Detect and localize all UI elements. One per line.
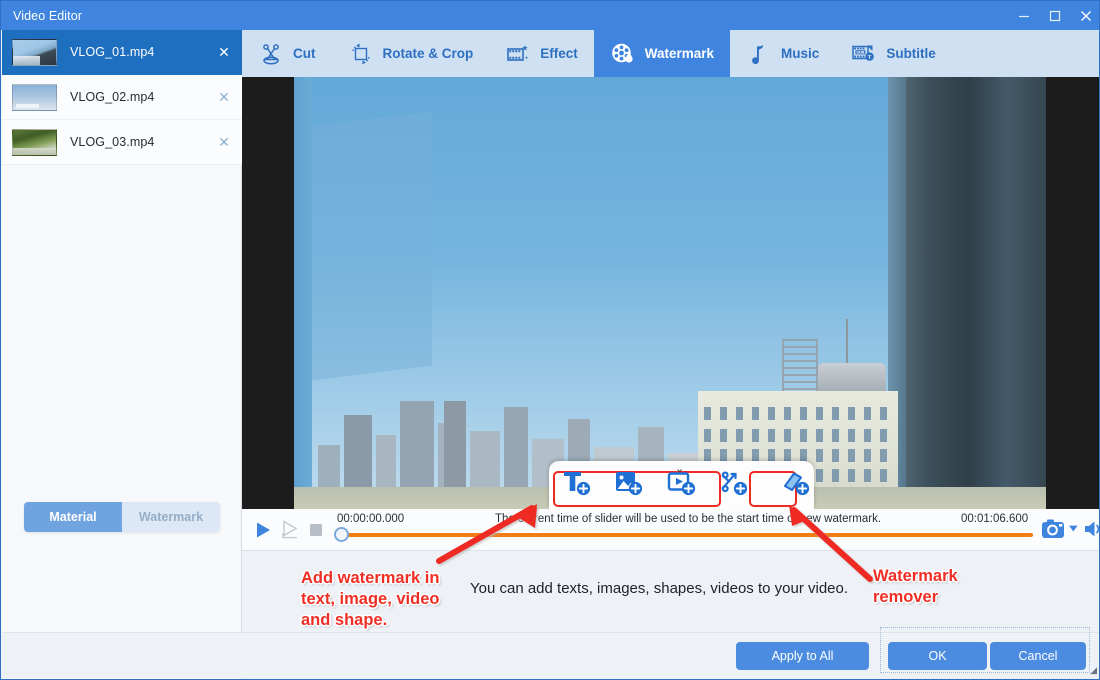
annotation-center: You can add texts, images, shapes, video… xyxy=(470,580,849,597)
video-editor-window: Video Editor VLOG_01.mp4 ✕ VLOG_02.mp4 ✕… xyxy=(0,0,1100,680)
window-title: Video Editor xyxy=(13,8,83,23)
media-thumbnail xyxy=(12,38,57,66)
roof-antenna xyxy=(846,319,848,363)
window-controls xyxy=(1008,1,1099,30)
list-item[interactable]: VLOG_02.mp4 ✕ xyxy=(2,75,242,120)
crop-icon xyxy=(348,41,374,67)
tab-watermark[interactable]: Watermark xyxy=(593,30,731,77)
tab-subtitle[interactable]: SUB T Subtitle xyxy=(835,30,952,77)
tab-label: Music xyxy=(781,46,820,61)
image-plus-icon xyxy=(614,469,644,502)
remove-media-icon[interactable]: ✕ xyxy=(214,42,234,62)
media-name: VLOG_03.mp4 xyxy=(70,135,155,149)
scissors-icon xyxy=(258,41,284,67)
media-thumbnail xyxy=(12,83,57,111)
roof-lattice xyxy=(782,339,818,391)
svg-text:T: T xyxy=(868,54,872,60)
add-text-watermark-button[interactable] xyxy=(559,466,595,504)
tab-label: Subtitle xyxy=(886,46,936,61)
annotation-right: Watermark remover xyxy=(873,566,1013,608)
timeline-knob[interactable] xyxy=(334,527,349,542)
resize-grip[interactable]: ◢ xyxy=(1090,665,1097,676)
video-frame[interactable]: ⌄ xyxy=(294,77,1046,509)
chevron-down-icon[interactable]: ⌄ xyxy=(675,462,684,475)
total-time-label: 00:01:06.600 xyxy=(961,513,1029,525)
tab-label: Effect xyxy=(540,46,578,61)
media-name: VLOG_02.mp4 xyxy=(70,90,155,104)
preview-stage: ⌄ xyxy=(242,77,1099,509)
timeline-track[interactable] xyxy=(343,533,1033,537)
tab-label: Watermark xyxy=(644,46,715,61)
apply-to-all-button[interactable]: Apply to All xyxy=(736,642,869,670)
volume-button[interactable] xyxy=(1083,517,1099,541)
ok-cancel-focus-outline xyxy=(880,627,1090,673)
media-sidebar: VLOG_01.mp4 ✕ VLOG_02.mp4 ✕ VLOG_03.mp4 … xyxy=(2,30,242,679)
tab-watermark-panel[interactable]: Watermark xyxy=(122,502,220,532)
music-note-icon xyxy=(746,41,772,67)
tab-material[interactable]: Material xyxy=(24,502,122,532)
tab-cut[interactable]: Cut xyxy=(242,30,332,77)
play-button[interactable] xyxy=(252,519,274,541)
list-item[interactable]: VLOG_03.mp4 ✕ xyxy=(2,120,242,165)
minimize-icon[interactable] xyxy=(1008,1,1039,30)
watermark-toolbar: ⌄ xyxy=(549,461,814,509)
text-plus-icon xyxy=(562,469,592,502)
reel-drop-icon xyxy=(610,41,636,67)
play-selection-button[interactable] xyxy=(280,519,302,541)
media-list: VLOG_01.mp4 ✕ VLOG_02.mp4 ✕ VLOG_03.mp4 … xyxy=(2,30,242,165)
sidebar-mode-switch: Material Watermark xyxy=(24,502,220,532)
annotation-right-text: Watermark remover xyxy=(873,567,958,606)
snapshot-caret-icon[interactable] xyxy=(1066,521,1080,535)
tab-rotate-crop[interactable]: Rotate & Crop xyxy=(332,30,490,77)
tab-label: Rotate & Crop xyxy=(382,46,474,61)
close-icon[interactable] xyxy=(1070,1,1099,30)
add-shape-watermark-button[interactable] xyxy=(716,466,752,504)
film-star-icon xyxy=(505,41,531,67)
tab-effect[interactable]: Effect xyxy=(489,30,594,77)
annotation-left: Add watermark in text, image, video and … xyxy=(301,568,461,631)
stop-button[interactable] xyxy=(306,520,326,540)
watermark-hint-text: The current time of slider will be used … xyxy=(495,513,882,525)
subtitle-icon: SUB T xyxy=(851,41,877,67)
remove-media-icon[interactable]: ✕ xyxy=(214,132,234,152)
current-time-label: 00:00:00.000 xyxy=(337,513,405,525)
feature-toolbar: Cut Rotate & Crop Effect Watermark Music… xyxy=(242,30,1099,77)
glass-reflection-upper xyxy=(312,111,432,259)
media-name: VLOG_01.mp4 xyxy=(70,45,155,59)
tab-music[interactable]: Music xyxy=(730,30,835,77)
maximize-icon[interactable] xyxy=(1039,1,1070,30)
tab-label: Cut xyxy=(293,46,316,61)
shape-plus-icon xyxy=(719,469,749,502)
media-thumbnail xyxy=(12,128,57,156)
transport-bar: 00:00:00.000 The current time of slider … xyxy=(242,509,1099,551)
eraser-plus-icon xyxy=(781,469,811,502)
watermark-remover-button[interactable] xyxy=(778,466,814,504)
title-bar: Video Editor xyxy=(1,1,1099,30)
svg-text:SUB: SUB xyxy=(857,50,865,54)
remove-media-icon[interactable]: ✕ xyxy=(214,87,234,107)
annotation-left-text: Add watermark in text, image, video and … xyxy=(301,569,440,629)
add-image-watermark-button[interactable] xyxy=(611,466,647,504)
list-item[interactable]: VLOG_01.mp4 ✕ xyxy=(2,30,242,75)
